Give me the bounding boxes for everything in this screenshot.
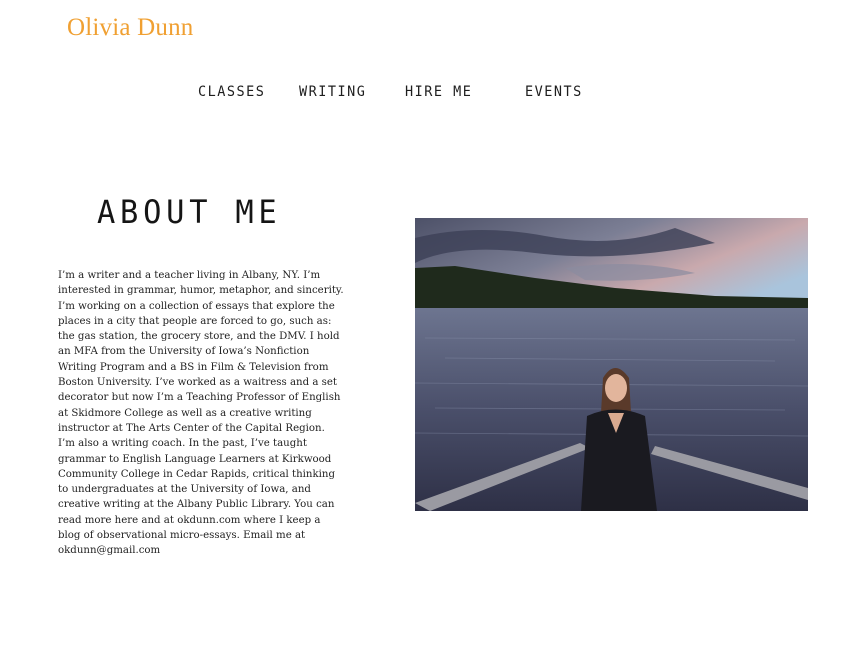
nav-item-events[interactable]: EVENTS — [525, 84, 583, 101]
main-nav: CLASSES WRITING HIRE ME EVENTS — [0, 84, 850, 106]
about-bio-text: I’m a writer and a teacher living in Alb… — [58, 270, 344, 557]
nav-item-hire-me[interactable]: HIRE ME — [405, 84, 472, 101]
nav-item-writing[interactable]: WRITING — [299, 84, 366, 101]
about-heading: ABOUT ME — [97, 193, 282, 231]
profile-photo — [415, 218, 808, 511]
lake-photo-illustration — [415, 218, 808, 511]
nav-item-classes[interactable]: CLASSES — [198, 84, 265, 101]
site-title-link[interactable]: Olivia Dunn — [67, 14, 194, 42]
